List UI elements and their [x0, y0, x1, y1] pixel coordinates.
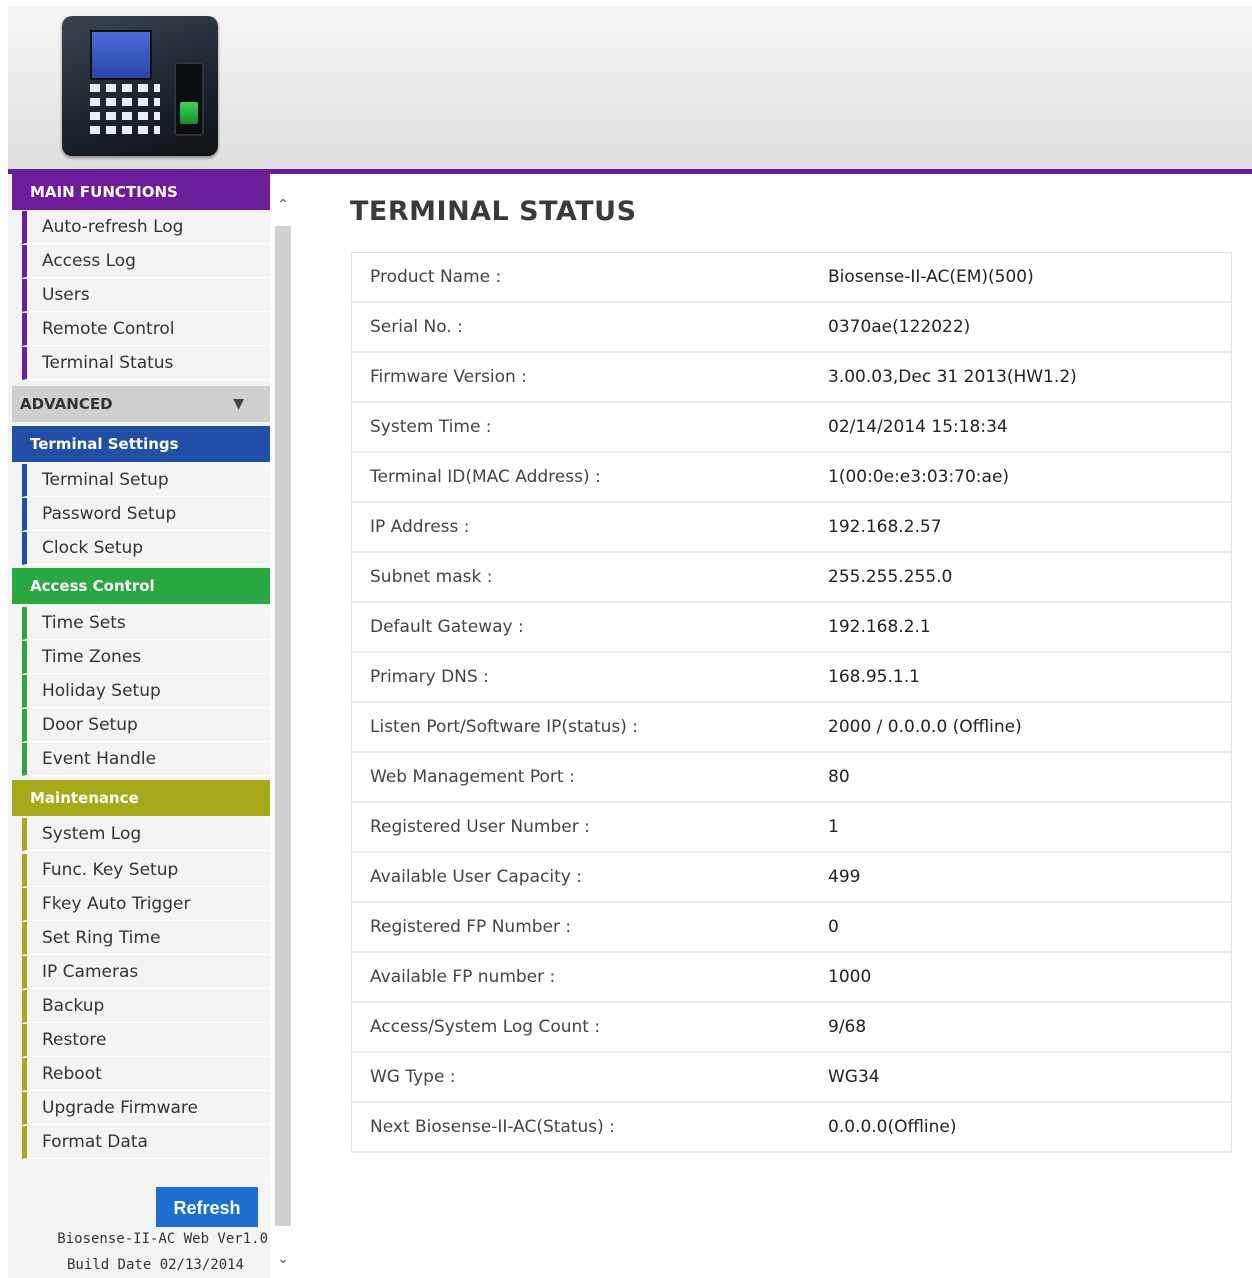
- status-label: Access/System Log Count :: [351, 1002, 828, 1053]
- table-row: Firmware Version :3.00.03,Dec 31 2013(HW…: [351, 352, 1232, 403]
- table-row: Next Biosense-II-AC(Status) :0.0.0.0(Off…: [351, 1102, 1232, 1153]
- menu-format-data[interactable]: Format Data: [22, 1126, 270, 1159]
- menu-time-zones[interactable]: Time Zones: [22, 641, 270, 674]
- header-banner: [8, 6, 1252, 169]
- menu-users[interactable]: Users: [22, 279, 270, 312]
- menu-event-handle[interactable]: Event Handle: [22, 743, 270, 776]
- status-value: 168.95.1.1: [828, 652, 1232, 703]
- device-image: [62, 16, 218, 156]
- menu-door-setup[interactable]: Door Setup: [22, 709, 270, 742]
- status-label: IP Address :: [351, 502, 828, 553]
- section-access-control: Access Control: [12, 568, 270, 604]
- status-value: WG34: [828, 1052, 1232, 1103]
- refresh-button[interactable]: Refresh: [156, 1187, 258, 1227]
- menu-func-key-setup[interactable]: Func. Key Setup: [22, 854, 270, 887]
- menu-system-log[interactable]: System Log: [22, 818, 270, 851]
- chevron-up-icon[interactable]: ⌃: [275, 196, 291, 214]
- table-row: Registered FP Number :0: [351, 902, 1232, 953]
- status-label: Registered FP Number :: [351, 902, 828, 953]
- triangle-down-icon: ▼: [233, 396, 244, 412]
- sidebar-scrollbar[interactable]: ⌃ ⌄: [270, 174, 295, 1278]
- status-label: Product Name :: [351, 252, 828, 303]
- menu-remote-control[interactable]: Remote Control: [22, 313, 270, 346]
- status-label: WG Type :: [351, 1052, 828, 1103]
- version-text: Biosense-II-AC Web Ver1.0: [57, 1231, 268, 1247]
- section-maintenance: Maintenance: [12, 780, 270, 816]
- status-label: Terminal ID(MAC Address) :: [351, 452, 828, 503]
- status-value: 0.0.0.0(Offline): [828, 1102, 1232, 1153]
- menu-access-log[interactable]: Access Log: [22, 245, 270, 278]
- menu-terminal-setup[interactable]: Terminal Setup: [22, 464, 270, 497]
- fingerprint-sensor: [174, 62, 204, 136]
- menu-upgrade-firmware[interactable]: Upgrade Firmware: [22, 1092, 270, 1125]
- menu-ip-cameras[interactable]: IP Cameras: [22, 956, 270, 989]
- table-row: Default Gateway :192.168.2.1: [351, 602, 1232, 653]
- menu-holiday-setup[interactable]: Holiday Setup: [22, 675, 270, 708]
- status-value: 499: [828, 852, 1232, 903]
- table-row: Product Name : Biosense-II-AC(EM)(500): [351, 252, 1232, 303]
- menu-fkey-auto-trigger[interactable]: Fkey Auto Trigger: [22, 888, 270, 921]
- sidebar: MAIN FUNCTIONS Auto-refresh Log Access L…: [8, 174, 270, 1278]
- table-row: Terminal ID(MAC Address) :1(00:0e:e3:03:…: [351, 452, 1232, 503]
- menu-password-setup[interactable]: Password Setup: [22, 498, 270, 531]
- status-value: 02/14/2014 15:18:34: [828, 402, 1232, 453]
- status-label: Registered User Number :: [351, 802, 828, 853]
- status-value: 0: [828, 902, 1232, 953]
- status-label: Subnet mask :: [351, 552, 828, 603]
- menu-time-sets[interactable]: Time Sets: [22, 607, 270, 640]
- status-label: Available User Capacity :: [351, 852, 828, 903]
- status-value: 192.168.2.57: [828, 502, 1232, 553]
- status-value: 0370ae(122022): [828, 302, 1232, 353]
- table-row: Available FP number :1000: [351, 952, 1232, 1003]
- status-value: 3.00.03,Dec 31 2013(HW1.2): [828, 352, 1232, 403]
- table-row: Subnet mask :255.255.255.0: [351, 552, 1232, 603]
- status-value: 192.168.2.1: [828, 602, 1232, 653]
- menu-auto-refresh-log[interactable]: Auto-refresh Log: [22, 211, 270, 244]
- table-row: Available User Capacity :499: [351, 852, 1232, 903]
- status-value: 255.255.255.0: [828, 552, 1232, 603]
- table-row: System Time :02/14/2014 15:18:34: [351, 402, 1232, 453]
- terminal-status-table: Product Name : Biosense-II-AC(EM)(500) Ser…: [351, 252, 1232, 1153]
- status-value: 2000 / 0.0.0.0 (Offline): [828, 702, 1232, 753]
- build-date-text: Build Date 02/13/2014: [66, 1257, 244, 1273]
- status-label: Next Biosense-II-AC(Status) :: [351, 1102, 828, 1153]
- section-advanced[interactable]: ADVANCED ▼: [12, 386, 270, 422]
- table-row: IP Address :192.168.2.57: [351, 502, 1232, 553]
- chevron-down-icon[interactable]: ⌄: [275, 1250, 291, 1268]
- menu-backup[interactable]: Backup: [22, 990, 270, 1023]
- status-value: 1: [828, 802, 1232, 853]
- status-label: Web Management Port :: [351, 752, 828, 803]
- table-row: Access/System Log Count :9/68: [351, 1002, 1232, 1053]
- menu-clock-setup[interactable]: Clock Setup: [22, 532, 270, 565]
- status-label: Listen Port/Software IP(status) :: [351, 702, 828, 753]
- status-value: 1000: [828, 952, 1232, 1003]
- section-main-functions: MAIN FUNCTIONS: [12, 174, 270, 210]
- section-terminal-settings: Terminal Settings: [12, 426, 270, 462]
- status-label: System Time :: [351, 402, 828, 453]
- page-title: TERMINAL STATUS: [350, 196, 637, 227]
- table-row: Registered User Number :1: [351, 802, 1232, 853]
- status-label: Serial No. :: [351, 302, 828, 353]
- status-label: Available FP number :: [351, 952, 828, 1003]
- table-row: Serial No. :0370ae(122022): [351, 302, 1232, 353]
- status-value: 9/68: [828, 1002, 1232, 1053]
- device-screen: [90, 30, 152, 80]
- status-label: Primary DNS :: [351, 652, 828, 703]
- status-label: Default Gateway :: [351, 602, 828, 653]
- menu-reboot[interactable]: Reboot: [22, 1058, 270, 1091]
- menu-set-ring-time[interactable]: Set Ring Time: [22, 922, 270, 955]
- menu-terminal-status[interactable]: Terminal Status: [22, 347, 270, 380]
- table-row: Primary DNS :168.95.1.1: [351, 652, 1232, 703]
- table-row: Web Management Port :80: [351, 752, 1232, 803]
- status-value: 80: [828, 752, 1232, 803]
- scrollbar-thumb[interactable]: [275, 226, 291, 1226]
- device-keypad: [90, 84, 160, 140]
- advanced-label: ADVANCED: [20, 395, 113, 413]
- status-value: Biosense-II-AC(EM)(500): [828, 252, 1232, 303]
- table-row: Listen Port/Software IP(status) :2000 / …: [351, 702, 1232, 753]
- status-value: 1(00:0e:e3:03:70:ae): [828, 452, 1232, 503]
- table-row: WG Type : WG34: [351, 1052, 1232, 1103]
- status-label: Firmware Version :: [351, 352, 828, 403]
- menu-restore[interactable]: Restore: [22, 1024, 270, 1057]
